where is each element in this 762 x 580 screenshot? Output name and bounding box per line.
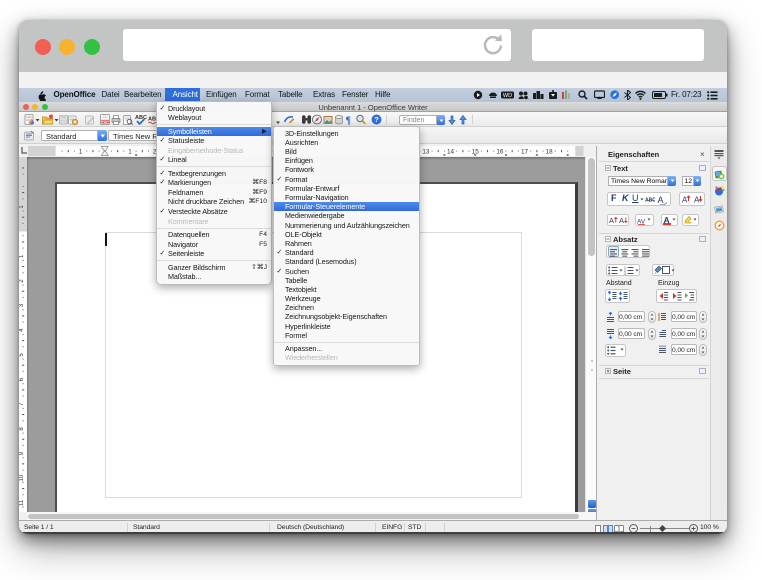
svg-text:17: 17 xyxy=(521,148,529,155)
svg-text:1: 1 xyxy=(128,148,132,155)
svg-text:A̶B̶C̶: A̶B̶C̶ xyxy=(645,197,655,203)
svg-text:¶: ¶ xyxy=(346,116,351,126)
svg-text:3: 3 xyxy=(624,272,626,275)
svg-text:?: ? xyxy=(374,115,379,124)
svg-text:A: A xyxy=(619,216,624,225)
svg-text:14: 14 xyxy=(447,148,455,155)
svg-text:18: 18 xyxy=(546,148,554,155)
svg-text:A: A xyxy=(609,216,614,225)
svg-text:16: 16 xyxy=(496,148,504,155)
svg-text:10: 10 xyxy=(19,474,25,481)
svg-text:AV: AV xyxy=(637,218,646,225)
svg-text:13: 13 xyxy=(422,148,430,155)
svg-text:11: 11 xyxy=(19,499,25,506)
svg-text:A: A xyxy=(658,195,664,205)
svg-text:1: 1 xyxy=(79,148,83,155)
svg-text:ABC: ABC xyxy=(135,115,147,121)
svg-text:PDF: PDF xyxy=(102,120,109,124)
svg-text:WD: WD xyxy=(503,93,512,99)
